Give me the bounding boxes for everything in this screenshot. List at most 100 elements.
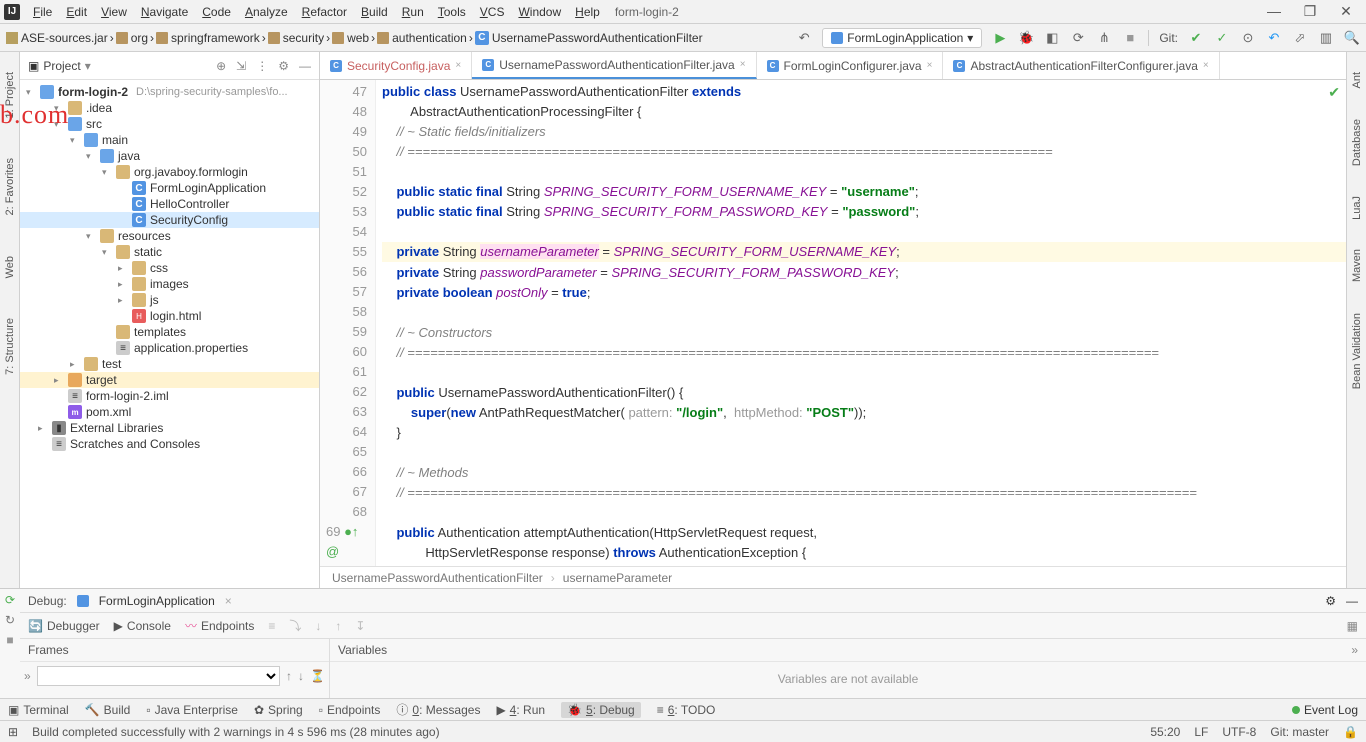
profile-button[interactable]: ⟳ (1070, 30, 1086, 46)
git-push-icon[interactable]: ⬀ (1292, 30, 1308, 46)
debug-button[interactable]: 🐞 (1018, 30, 1034, 46)
rail-bean-validation[interactable]: Bean Validation (1351, 313, 1363, 389)
breadcrumb[interactable]: ASE-sources.jar›org›springframework›secu… (6, 31, 703, 45)
rail-structure[interactable]: 7: Structure (4, 318, 16, 375)
hide-icon[interactable]: — (299, 59, 311, 73)
toolwindow-button[interactable]: ≡6: TODO (657, 703, 716, 717)
rail-ant[interactable]: Ant (1351, 72, 1363, 89)
editor-tab[interactable]: CFormLoginConfigurer.java× (757, 52, 944, 79)
tree-item[interactable]: Hlogin.html (20, 308, 319, 324)
rail-web[interactable]: Web (4, 256, 16, 278)
tree-item[interactable]: ▸▮External Libraries (20, 420, 319, 436)
tree-item[interactable]: ▾.idea (20, 100, 319, 116)
crumb-item[interactable]: web (332, 31, 369, 45)
chevron-down-icon[interactable]: ▾ (85, 59, 91, 73)
tree-item[interactable]: ▸target (20, 372, 319, 388)
toolwindow-button[interactable]: ✿Spring (254, 703, 303, 717)
menu-help[interactable]: Help (568, 3, 607, 21)
settings-icon[interactable]: ⚙ (278, 59, 289, 73)
menu-tools[interactable]: Tools (431, 3, 473, 21)
close-icon[interactable]: × (225, 594, 232, 608)
event-log-button[interactable]: Event Log (1304, 703, 1358, 717)
editor-tab[interactable]: CUsernamePasswordAuthenticationFilter.ja… (472, 52, 756, 79)
editor-tab[interactable]: CSecurityConfig.java× (320, 52, 472, 79)
menu-navigate[interactable]: Navigate (134, 3, 195, 21)
crumb-item[interactable]: springframework (156, 31, 260, 45)
status-window-icon[interactable]: ⊞ (8, 725, 18, 739)
tree-item[interactable]: ▾java (20, 148, 319, 164)
down-icon[interactable]: ↓ (298, 669, 304, 683)
endpoints-tab[interactable]: 〰Endpoints (185, 617, 254, 634)
editor-tab[interactable]: CAbstractAuthenticationFilterConfigurer.… (943, 52, 1219, 79)
step-over-icon[interactable]: ⤵ (289, 617, 301, 634)
tree-item[interactable]: ≡form-login-2.iml (20, 388, 319, 404)
git-commit-icon[interactable]: ✓ (1214, 30, 1230, 46)
tree-item[interactable]: templates (20, 324, 319, 340)
project-tree[interactable]: ▾ form-login-2 D:\spring-security-sample… (20, 80, 319, 588)
toolwindow-button[interactable]: ▣Terminal (8, 703, 69, 717)
rail-project[interactable]: 1: Project (4, 72, 16, 118)
tree-item[interactable]: ▸js (20, 292, 319, 308)
nav-back-icon[interactable]: ↶ (796, 30, 812, 46)
hide-icon[interactable]: — (1346, 594, 1358, 608)
attach-button[interactable]: ⋔ (1096, 30, 1112, 46)
crumb-item[interactable]: authentication (377, 31, 467, 45)
menu-file[interactable]: File (26, 3, 59, 21)
editor-breadcrumb[interactable]: UsernamePasswordAuthenticationFilter › u… (320, 566, 1346, 588)
tree-item[interactable]: ▸css (20, 260, 319, 276)
menu-code[interactable]: Code (195, 3, 238, 21)
up-icon[interactable]: ↑ (286, 669, 292, 683)
menu-run[interactable]: Run (395, 3, 431, 21)
menu-edit[interactable]: Edit (59, 3, 94, 21)
toolwindow-button[interactable]: ⓘ0: Messages (396, 701, 480, 718)
tree-item[interactable]: CFormLoginApplication (20, 180, 319, 196)
project-panel-title[interactable]: Project (43, 59, 80, 73)
crumb-item[interactable]: security (268, 31, 324, 45)
run-to-cursor-icon[interactable]: ↧ (355, 619, 365, 633)
tree-item[interactable]: ▾main (20, 132, 319, 148)
code-body[interactable]: public class UsernamePasswordAuthenticat… (376, 80, 1346, 566)
tree-item[interactable]: CHelloController (20, 196, 319, 212)
toolwindow-button[interactable]: ▫Java Enterprise (146, 703, 238, 717)
gutter[interactable]: 4748495051525354555657585960616263646566… (320, 80, 376, 566)
rail-database[interactable]: Database (1351, 119, 1363, 166)
tree-item[interactable]: ▸test (20, 356, 319, 372)
filter-icon[interactable]: ⏳ (310, 669, 325, 683)
toolwindow-button[interactable]: 🔨Build (85, 703, 131, 717)
toolwindow-button[interactable]: ▫Endpoints (319, 703, 381, 717)
locate-icon[interactable]: ⊕ (216, 59, 226, 73)
menu-view[interactable]: View (94, 3, 134, 21)
toolwindow-button[interactable]: 🐞5: Debug (561, 702, 641, 718)
thread-selector[interactable] (37, 666, 280, 686)
crumb-item[interactable]: org (116, 31, 148, 45)
tree-root[interactable]: ▾ form-login-2 D:\spring-security-sample… (20, 84, 319, 100)
tree-item[interactable]: ≡application.properties (20, 340, 319, 356)
maximize-button[interactable]: ❐ (1302, 3, 1318, 20)
console-tab[interactable]: ▶Console (114, 619, 171, 633)
tree-item[interactable]: ≡Scratches and Consoles (20, 436, 319, 452)
line-separator[interactable]: LF (1194, 725, 1208, 739)
git-update-icon[interactable]: ✔ (1188, 30, 1204, 46)
layout-icon[interactable]: ▥ (1318, 30, 1334, 46)
git-history-icon[interactable]: ⊙ (1240, 30, 1256, 46)
crumb-item[interactable]: CUsernamePasswordAuthenticationFilter (475, 31, 703, 45)
file-encoding[interactable]: UTF-8 (1222, 725, 1256, 739)
coverage-button[interactable]: ◧ (1044, 30, 1060, 46)
menu-build[interactable]: Build (354, 3, 395, 21)
run-button[interactable]: ▶ (992, 30, 1008, 46)
debugger-tab[interactable]: 🔄Debugger (28, 619, 100, 633)
minimize-button[interactable]: — (1266, 3, 1282, 20)
restart-icon[interactable]: ↻ (5, 613, 15, 627)
editor-crumb-class[interactable]: UsernamePasswordAuthenticationFilter (332, 571, 543, 585)
debug-settings-icon[interactable]: ⚙ (1325, 594, 1336, 608)
menu-vcs[interactable]: VCS (473, 3, 512, 21)
run-config-selector[interactable]: FormLoginApplication ▾ (822, 28, 982, 48)
editor-crumb-member[interactable]: usernameParameter (563, 571, 672, 585)
tree-item[interactable]: ▾static (20, 244, 319, 260)
crumb-item[interactable]: ASE-sources.jar (6, 31, 108, 45)
menu-window[interactable]: Window (511, 3, 568, 21)
debug-target[interactable]: FormLoginApplication (99, 594, 215, 608)
search-everywhere-icon[interactable]: 🔍 (1344, 30, 1360, 46)
close-button[interactable]: ✕ (1338, 3, 1354, 20)
tree-item[interactable]: mpom.xml (20, 404, 319, 420)
